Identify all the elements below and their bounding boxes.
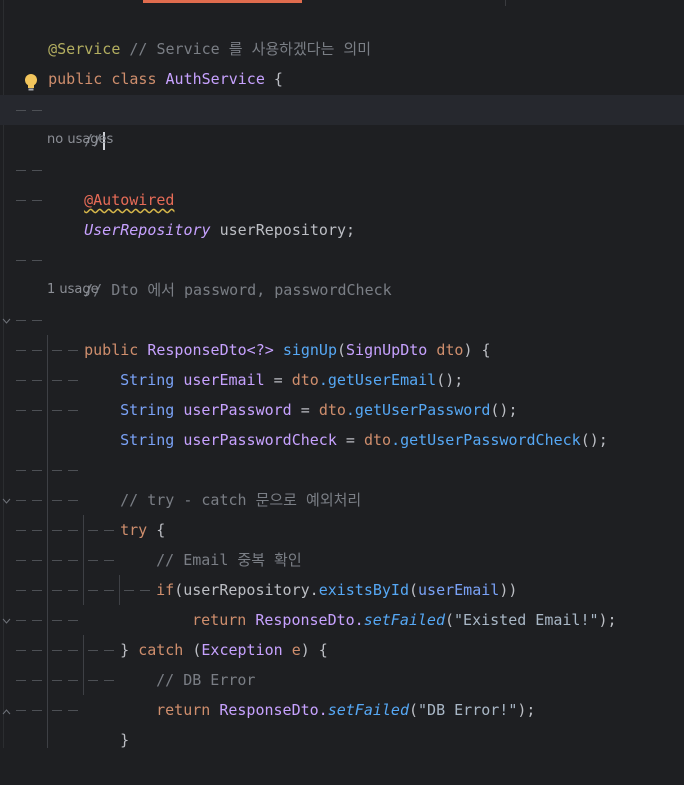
- punctuation: );: [517, 701, 536, 719]
- fold-marker-icon[interactable]: [2, 707, 11, 716]
- punctuation: ();: [580, 431, 608, 449]
- code-line[interactable]: //: [48, 95, 106, 150]
- code-line[interactable]: public class AuthService {: [12, 34, 283, 88]
- top-separator: [505, 0, 506, 6]
- keyword: class: [111, 70, 157, 88]
- code-line[interactable]: }: [84, 695, 129, 749]
- punctuation: ) {: [300, 641, 328, 659]
- code-line[interactable]: // Email 중복 확인: [120, 515, 302, 569]
- code-line[interactable]: try {: [84, 485, 165, 539]
- method-call: setFailed: [327, 701, 409, 719]
- code-line[interactable]: } catch (Exception e) {: [84, 605, 328, 659]
- indent-guide: [47, 335, 48, 748]
- usage-hint[interactable]: no usages: [47, 125, 113, 155]
- keyword: return: [156, 701, 211, 719]
- code-line[interactable]: UserRepository userRepository;: [48, 185, 355, 239]
- method-call: setFailed: [363, 611, 445, 629]
- code-line[interactable]: if(userRepository.existsById(userEmail)): [120, 545, 517, 599]
- active-tab-indicator: [143, 0, 302, 3]
- code-line[interactable]: String userPasswordCheck = dto.getUserPa…: [84, 395, 608, 449]
- fold-marker-icon[interactable]: [2, 617, 11, 626]
- code-line[interactable]: public ResponseDto<?> signUp(SignUpDto d…: [48, 305, 490, 359]
- variable: userPasswordCheck: [183, 431, 337, 449]
- punctuation: ) {: [463, 341, 491, 359]
- field-name: userRepository;: [210, 221, 356, 239]
- punctuation: {: [264, 70, 283, 88]
- type-name: UserRepository: [84, 221, 211, 239]
- fold-marker-icon[interactable]: [2, 497, 11, 506]
- parameter: e: [282, 641, 301, 659]
- fold-marker-icon[interactable]: [2, 317, 11, 326]
- code-line[interactable]: String userPassword = dto.getUserPasswor…: [84, 365, 517, 419]
- method-call: .getUserPasswordCheck: [391, 431, 581, 449]
- code-line[interactable]: @Autowired: [48, 155, 174, 209]
- code-line[interactable]: return ResponseDto.setFailed("Existed Em…: [156, 575, 616, 629]
- parameter: dto: [363, 431, 392, 449]
- code-line[interactable]: String userEmail = dto.getUserEmail();: [84, 335, 463, 389]
- punctuation: );: [598, 611, 617, 629]
- class-reference: ResponseDto.: [210, 701, 328, 719]
- type-name: String: [120, 431, 175, 449]
- string-literal: "DB Error!": [418, 701, 518, 719]
- code-line[interactable]: // try - catch 문으로 예외처리: [84, 455, 361, 509]
- punctuation: (: [409, 701, 419, 719]
- keyword: public: [48, 70, 103, 88]
- operator: =: [336, 431, 364, 449]
- code-line[interactable]: // Dto 에서 password, passwordCheck: [48, 245, 392, 299]
- punctuation: (: [445, 611, 455, 629]
- code-line[interactable]: @Service // Service 를 사용하겠다는 의미: [12, 4, 371, 58]
- class-name: AuthService: [165, 70, 265, 88]
- punctuation: }: [120, 731, 130, 749]
- code-line[interactable]: return ResponseDto.setFailed("DB Error!"…: [120, 665, 535, 719]
- usage-hint[interactable]: 1 usage: [47, 275, 99, 305]
- comment: // Dto 에서 password, passwordCheck: [84, 281, 392, 299]
- code-editor[interactable]: @Service // Service 를 사용하겠다는 의미 public c…: [0, 0, 684, 749]
- code-line[interactable]: // DB Error: [120, 635, 255, 689]
- string-literal: "Existed Email!": [454, 611, 599, 629]
